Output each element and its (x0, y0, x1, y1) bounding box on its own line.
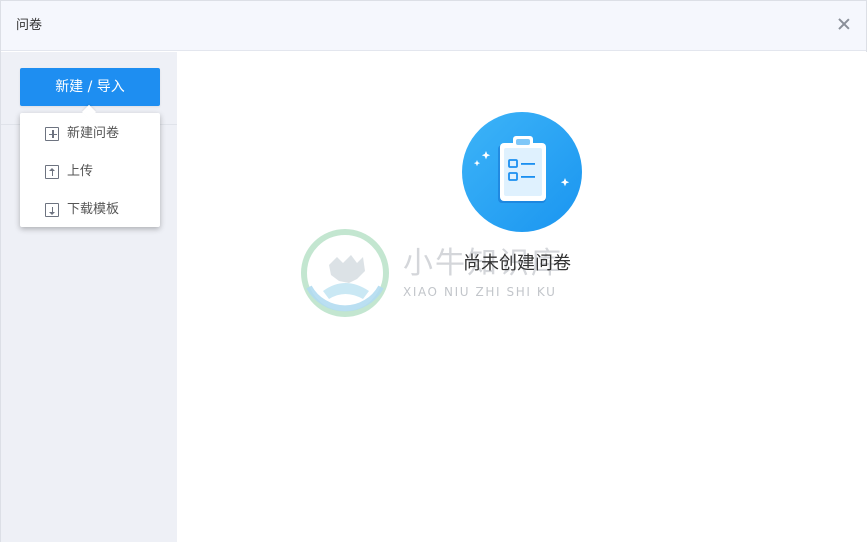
questionnaire-dialog: 问卷 新建 / 导入 新建问卷 上传 下载模板 小牛知识库 XIAO NIU Z… (0, 0, 867, 542)
upload-icon (45, 165, 59, 179)
plus-square-icon (45, 127, 59, 141)
close-icon[interactable] (834, 15, 854, 35)
menu-item-new-questionnaire[interactable]: 新建问卷 (20, 116, 160, 148)
clipboard-checklist-icon (462, 112, 582, 232)
dialog-title: 问卷 (16, 18, 43, 33)
watermark-logo-icon (301, 229, 389, 317)
menu-item-label: 新建问卷 (67, 126, 120, 141)
dialog-titlebar: 问卷 (1, 1, 866, 51)
download-icon (45, 203, 59, 217)
empty-state-text: 尚未创建问卷 (463, 253, 571, 274)
new-import-button[interactable]: 新建 / 导入 (20, 68, 160, 106)
menu-item-upload[interactable]: 上传 (20, 154, 160, 186)
menu-item-download-template[interactable]: 下载模板 (20, 192, 160, 224)
watermark-text-en: XIAO NIU ZHI SHI KU (403, 285, 557, 299)
menu-item-label: 上传 (67, 164, 94, 179)
new-import-dropdown-menu: 新建问卷 上传 下载模板 (20, 113, 160, 227)
menu-item-label: 下载模板 (67, 202, 120, 217)
